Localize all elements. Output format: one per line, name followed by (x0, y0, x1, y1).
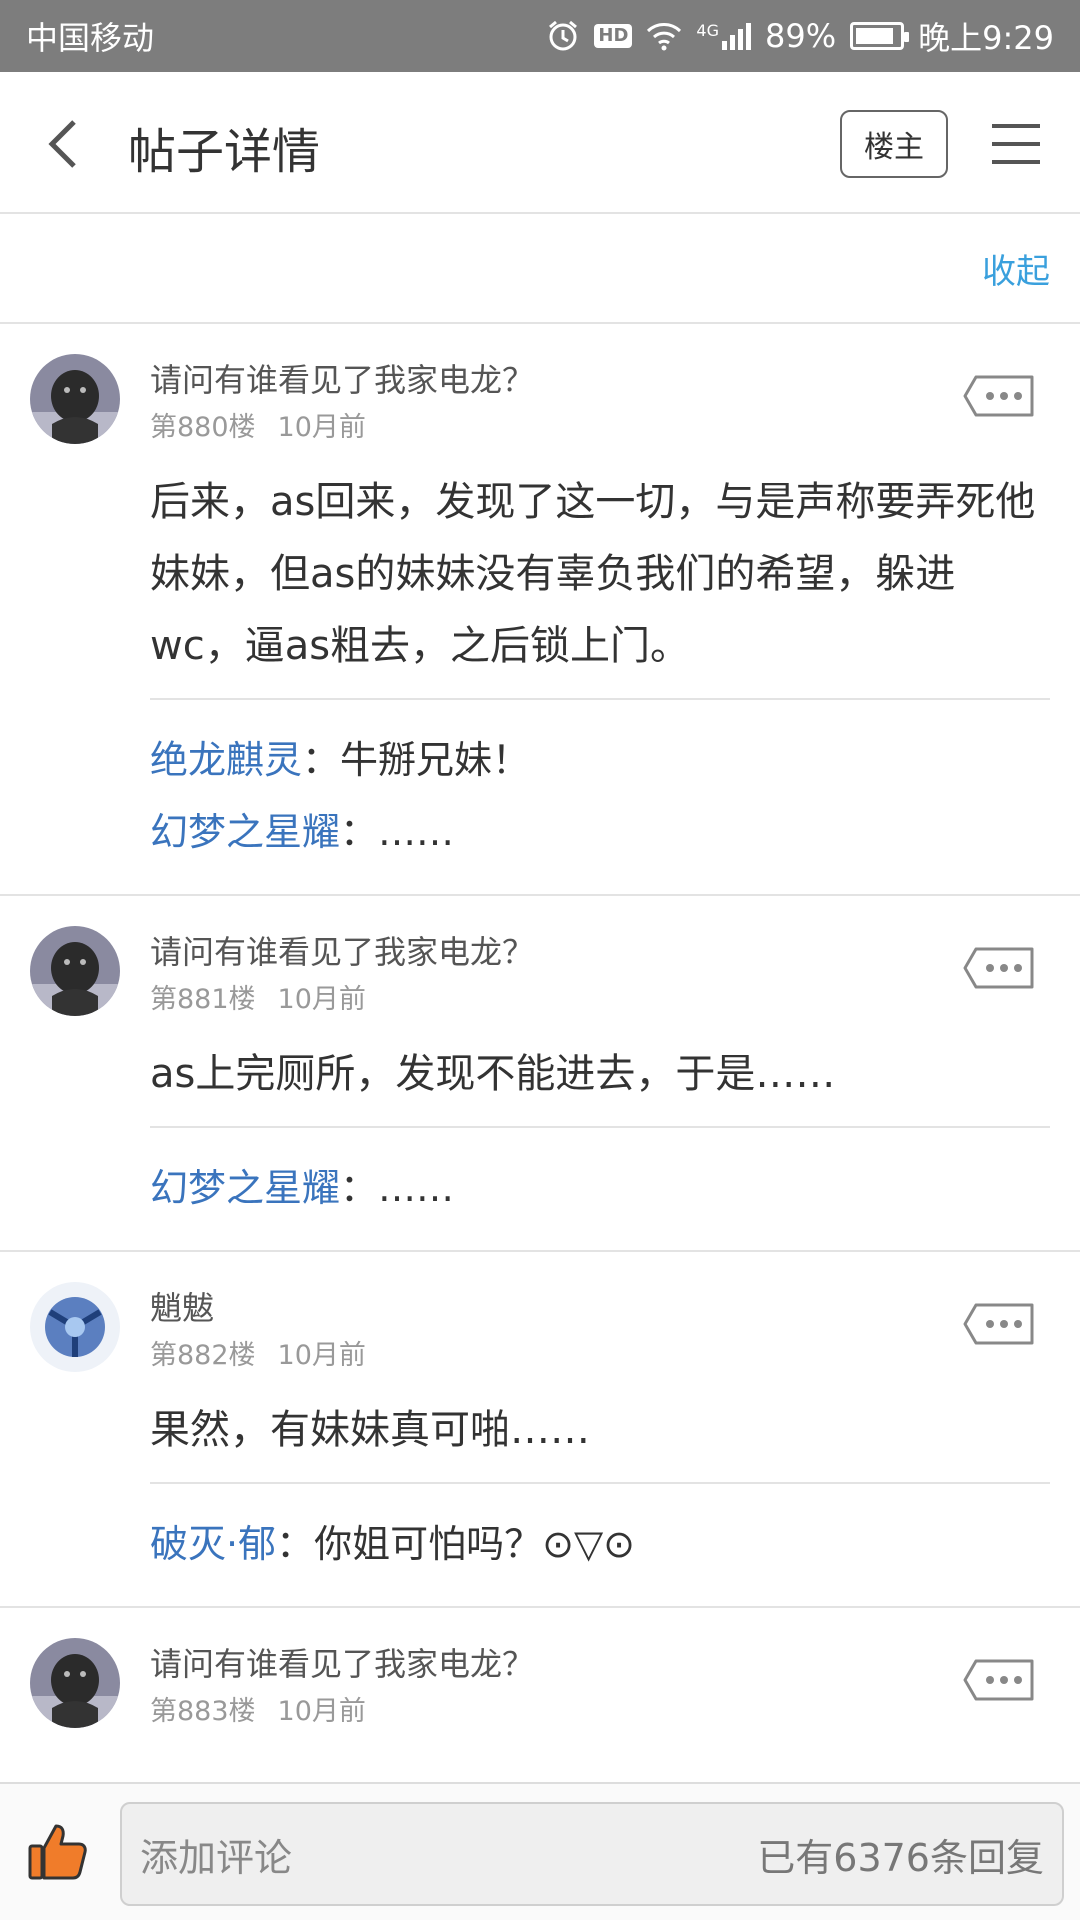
thumbs-up-icon (28, 1824, 87, 1880)
reply-separator: ： (340, 810, 379, 854)
sub-reply[interactable]: 破灭·郁：你姐可怕吗？⊙▽⊙ (150, 1508, 1050, 1580)
only-owner-button[interactable]: 楼主 (840, 110, 948, 178)
back-button[interactable] (40, 116, 96, 172)
reply-more-button[interactable] (962, 946, 1036, 990)
post-time: 10月前 (277, 1696, 366, 1727)
reply-author[interactable]: 幻梦之星耀 (150, 1166, 340, 1210)
alarm-icon (546, 19, 580, 53)
status-icons: HD 4G 89% 晚上9:29 (546, 13, 1054, 59)
signal-icon: 4G (696, 21, 751, 51)
sub-reply[interactable]: 幻梦之星耀：…… (150, 796, 1050, 868)
post-body: 果然，有妹妹真可啪…… (150, 1394, 1050, 1484)
collapse-link[interactable]: 收起 (982, 244, 1050, 293)
post-meta: 第880楼 10月前 (150, 412, 1050, 444)
reply-author[interactable]: 绝龙麒灵 (150, 738, 302, 782)
network-type: 4G (696, 21, 719, 40)
reply-text: …… (378, 810, 455, 854)
menu-button[interactable] (990, 118, 1042, 170)
post-meta: 第882楼 10月前 (150, 1340, 1050, 1372)
username[interactable]: 请问有谁看见了我家电龙？ (150, 324, 1050, 400)
post-floor: 请问有谁看见了我家电龙？ 第883楼 10月前 (0, 1608, 1080, 1782)
reply-author[interactable]: 幻梦之星耀 (150, 810, 340, 854)
avatar[interactable] (30, 926, 120, 1016)
status-bar: 中国移动 HD 4G 89% 晚上9:29 (0, 0, 1080, 72)
post-time: 10月前 (277, 984, 366, 1015)
avatar[interactable] (30, 354, 120, 444)
post-body: 后来，as回来，发现了这一切，与是声称要弄死他妹妹，但as的妹妹没有辜负我们的希… (150, 466, 1050, 700)
post-meta: 第883楼 10月前 (150, 1696, 1050, 1728)
comment-placeholder: 添加评论 (140, 1835, 293, 1880)
reply-more-button[interactable] (962, 374, 1036, 418)
battery-percent: 89% (765, 17, 837, 55)
sub-reply[interactable]: 绝龙麒灵：牛掰兄妹！ (150, 724, 1050, 796)
add-comment-input[interactable]: 添加评论 已有6376条回复 (120, 1802, 1064, 1906)
post-time: 10月前 (277, 412, 366, 443)
reply-more-button[interactable] (962, 1302, 1036, 1346)
reply-count: 已有6376条回复 (757, 1835, 1044, 1880)
reply-text: …… (378, 1166, 455, 1210)
comment-bubble-icon (963, 1303, 1034, 1345)
reply-author[interactable]: 破灭·郁 (150, 1522, 276, 1566)
floor-number: 第883楼 (150, 1696, 256, 1727)
reply-separator: ： (276, 1522, 315, 1566)
like-button[interactable] (26, 1818, 90, 1882)
post-floor: 请问有谁看见了我家电龙？ 第880楼 10月前 后来，as回来，发现了这一切，与是… (0, 324, 1080, 896)
reply-separator: ： (340, 1166, 379, 1210)
post-time: 10月前 (277, 1340, 366, 1371)
floor-number: 第882楼 (150, 1340, 256, 1371)
hamburger-menu-icon (992, 124, 1040, 164)
avatar[interactable] (30, 1638, 120, 1728)
comment-bubble-icon (963, 1659, 1034, 1701)
username[interactable]: 魈魃 (150, 1252, 1050, 1328)
post-floor: 请问有谁看见了我家电龙？ 第881楼 10月前 as上完厕所，发现不能进去，于是…… (0, 896, 1080, 1252)
clock: 晚上9:29 (918, 19, 1054, 57)
bottom-comment-bar: 添加评论 已有6376条回复 (0, 1782, 1080, 1920)
floor-number: 第880楼 (150, 412, 256, 443)
reply-text: 你姐可怕吗？⊙▽⊙ (314, 1522, 636, 1566)
floor-number: 第881楼 (150, 984, 256, 1015)
chevron-left-icon (48, 120, 76, 168)
top-nav-bar: 帖子详情 楼主 (0, 72, 1080, 214)
reply-separator: ： (302, 738, 341, 782)
wifi-icon (646, 21, 682, 51)
avatar[interactable] (30, 1282, 120, 1372)
post-meta: 第881楼 10月前 (150, 984, 1050, 1016)
reply-more-button[interactable] (962, 1658, 1036, 1702)
hd-icon: HD (594, 24, 633, 48)
collapsed-replies-section: 收起 (0, 214, 1080, 324)
carrier-label: 中国移动 (26, 19, 155, 57)
reply-text: 牛掰兄妹！ (340, 738, 531, 782)
sub-replies: 幻梦之星耀：…… (150, 1128, 1050, 1250)
battery-icon (850, 22, 910, 50)
post-body: as上完厕所，发现不能进去，于是…… (150, 1038, 1050, 1128)
sub-reply[interactable]: 幻梦之星耀：…… (150, 1152, 1050, 1224)
page-title: 帖子详情 (128, 124, 321, 180)
sub-replies: 绝龙麒灵：牛掰兄妹！ 幻梦之星耀：…… (150, 700, 1050, 894)
sub-replies: 破灭·郁：你姐可怕吗？⊙▽⊙ (150, 1484, 1050, 1606)
comment-bubble-icon (963, 375, 1034, 417)
username[interactable]: 请问有谁看见了我家电龙？ (150, 1608, 1050, 1684)
comment-bubble-icon (963, 947, 1034, 989)
username[interactable]: 请问有谁看见了我家电龙？ (150, 896, 1050, 972)
post-floor: 魈魃 第882楼 10月前 果然，有妹妹真可啪…… 破灭·郁：你姐可怕吗？⊙▽⊙ (0, 1252, 1080, 1608)
thread-content[interactable]: 收起 请问有谁看见了我家电龙？ 第880楼 10月前 后来，as回来，发现了这一切… (0, 214, 1080, 1782)
